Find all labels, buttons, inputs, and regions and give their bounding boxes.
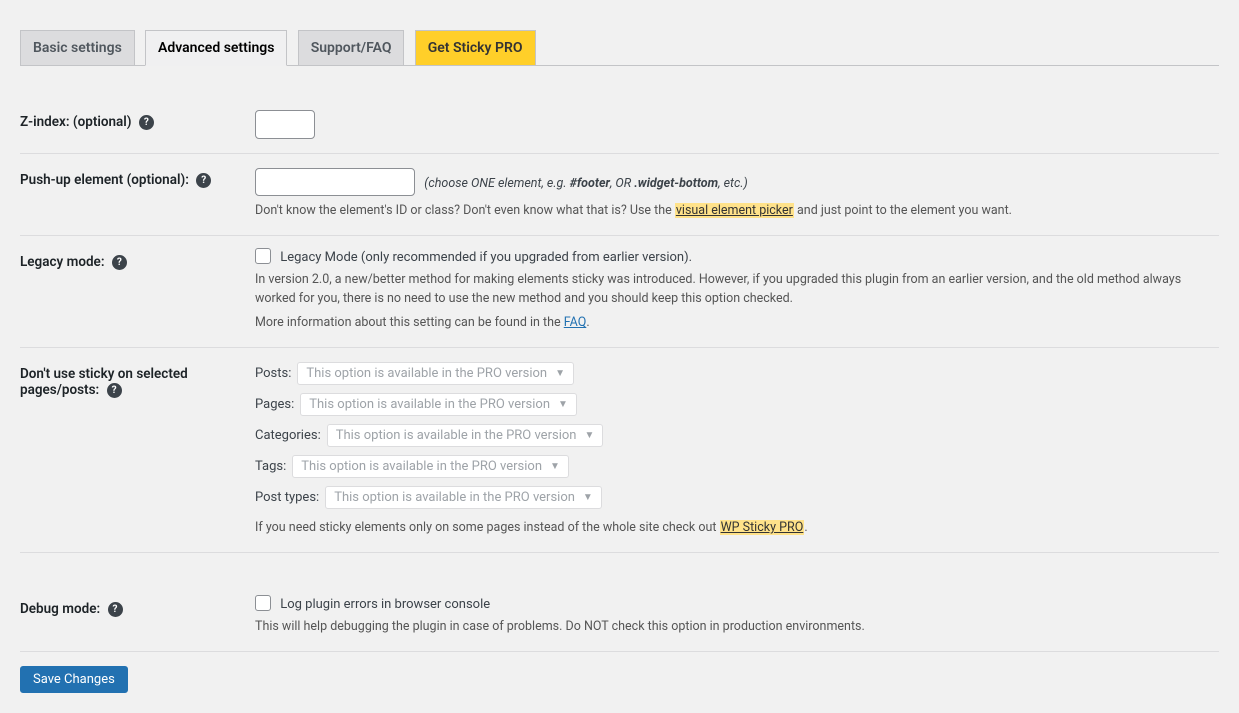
dontuse-tags-label: Tags:	[255, 459, 286, 474]
select-text: This option is available in the PRO vers…	[336, 428, 577, 443]
dontuse-tags-select: This option is available in the PRO vers…	[292, 455, 569, 478]
dontuse-posts-select: This option is available in the PRO vers…	[297, 362, 574, 385]
footer-text: If you need sticky elements only on some…	[255, 520, 720, 535]
dontuse-posttypes-select: This option is available in the PRO vers…	[325, 486, 602, 509]
chevron-down-icon: ▼	[584, 430, 594, 441]
dontuse-categories-select: This option is available in the PRO vers…	[327, 424, 604, 447]
visual-element-picker-link[interactable]: visual element picker	[675, 203, 794, 218]
hint-example: #footer	[570, 176, 610, 191]
tab-support[interactable]: Support/FAQ	[298, 30, 405, 65]
chevron-down-icon: ▼	[583, 492, 593, 503]
select-text: This option is available in the PRO vers…	[301, 459, 542, 474]
dontuse-posts-label: Posts:	[255, 366, 291, 381]
faq-link[interactable]: FAQ	[564, 315, 587, 330]
hint-text: , etc.)	[718, 176, 748, 191]
dontuse-posttypes-label: Post types:	[255, 490, 319, 505]
chevron-down-icon: ▼	[555, 368, 565, 379]
debug-checkbox-label: Log plugin errors in browser console	[280, 597, 490, 612]
help-icon[interactable]: ?	[112, 255, 127, 270]
tab-basic[interactable]: Basic settings	[20, 30, 135, 65]
pushup-label: Push-up element (optional):	[20, 172, 189, 188]
help-icon[interactable]: ?	[139, 115, 154, 130]
debug-checkbox-wrapper[interactable]: Log plugin errors in browser console	[255, 597, 490, 612]
debug-checkbox[interactable]	[255, 595, 271, 611]
zindex-label: Z-index: (optional)	[20, 114, 132, 130]
hint-example: .widget-bottom	[634, 176, 718, 191]
select-text: This option is available in the PRO vers…	[334, 490, 575, 505]
pushup-help: Don't know the element's ID or class? Do…	[255, 202, 1209, 221]
help-text: Don't know the element's ID or class? Do…	[255, 203, 675, 218]
debug-label: Debug mode:	[20, 601, 100, 617]
select-text: This option is available in the PRO vers…	[309, 397, 550, 412]
dontuse-footer: If you need sticky elements only on some…	[255, 519, 1209, 538]
save-button[interactable]: Save Changes	[20, 666, 128, 693]
help-text: and just point to the element you want.	[794, 203, 1012, 218]
settings-form: Z-index: (optional) ? Push-up element (o…	[20, 96, 1219, 651]
desc-text: More information about this setting can …	[255, 315, 564, 330]
help-icon[interactable]: ?	[107, 383, 122, 398]
footer-text: .	[804, 520, 807, 535]
legacy-checkbox[interactable]	[255, 248, 271, 264]
pushup-hint: (choose ONE element, e.g. #footer, OR .w…	[424, 176, 748, 191]
hint-text: (choose ONE element, e.g.	[424, 176, 569, 191]
debug-desc: This will help debugging the plugin in c…	[255, 618, 1209, 637]
legacy-checkbox-wrapper[interactable]: Legacy Mode (only recommended if you upg…	[255, 250, 692, 265]
chevron-down-icon: ▼	[550, 461, 560, 472]
dontuse-pages-label: Pages:	[255, 397, 294, 412]
dontuse-pages-select: This option is available in the PRO vers…	[300, 393, 577, 416]
legacy-desc1: In version 2.0, a new/better method for …	[255, 271, 1209, 309]
wp-sticky-pro-link[interactable]: WP Sticky PRO	[720, 520, 805, 535]
legacy-desc2: More information about this setting can …	[255, 314, 1209, 333]
settings-tabs: Basic settings Advanced settings Support…	[20, 20, 1219, 66]
help-icon[interactable]: ?	[108, 602, 123, 617]
dontuse-categories-label: Categories:	[255, 428, 321, 443]
hint-text: , OR	[610, 176, 634, 191]
help-icon[interactable]: ?	[196, 173, 211, 188]
desc-text: .	[586, 315, 589, 330]
chevron-down-icon: ▼	[558, 399, 568, 410]
legacy-checkbox-label: Legacy Mode (only recommended if you upg…	[280, 250, 692, 265]
zindex-input[interactable]	[255, 110, 315, 138]
tab-get-pro[interactable]: Get Sticky PRO	[415, 30, 536, 65]
tab-advanced[interactable]: Advanced settings	[145, 30, 287, 66]
dontuse-label: Don't use sticky on selected pages/posts…	[20, 366, 188, 398]
legacy-label: Legacy mode:	[20, 254, 105, 270]
select-text: This option is available in the PRO vers…	[306, 366, 547, 381]
pushup-input[interactable]	[255, 168, 415, 196]
